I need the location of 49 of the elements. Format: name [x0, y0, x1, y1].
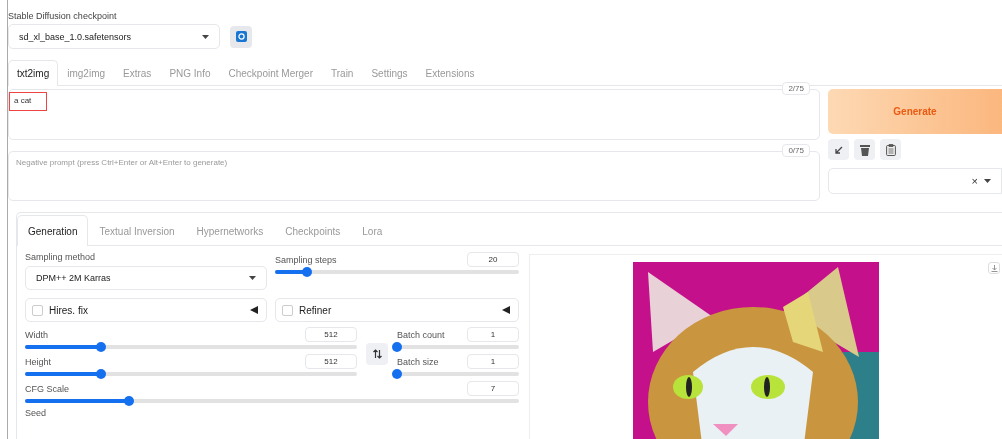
refiner-accordion[interactable]: Refiner — [275, 298, 519, 322]
clipboard-button[interactable] — [880, 139, 901, 160]
triangle-icon — [502, 306, 510, 314]
caret-icon — [984, 179, 991, 183]
hires-fix-accordion[interactable]: Hires. fix — [25, 298, 267, 322]
caret-icon — [202, 34, 209, 39]
checkbox[interactable] — [32, 304, 43, 316]
slider-thumb[interactable] — [301, 267, 312, 277]
tab[interactable]: Generation — [17, 215, 89, 246]
slider-thumb[interactable] — [123, 396, 134, 406]
arrow-button[interactable] — [828, 139, 849, 160]
download-icon — [990, 264, 998, 272]
field-label: Sampling steps — [275, 254, 337, 265]
field-label: Seed — [25, 408, 48, 418]
swap-icon — [372, 349, 382, 359]
download-button[interactable] — [988, 262, 1000, 274]
trash-button[interactable] — [854, 139, 875, 160]
slider-thumb[interactable] — [392, 369, 402, 379]
caret-icon — [249, 276, 256, 280]
number-field[interactable]: 1 — [467, 327, 519, 342]
tab[interactable]: txt2img — [8, 60, 59, 86]
clipboard-icon — [885, 143, 896, 156]
field-label: CFG Scale — [25, 383, 69, 394]
trash-icon — [859, 143, 870, 156]
slider-thumb[interactable] — [96, 369, 107, 379]
styles-dropdown[interactable]: × — [828, 168, 1002, 194]
arrow-icon — [833, 144, 844, 155]
slider-thumb[interactable] — [96, 342, 107, 352]
field-label: Height — [25, 356, 51, 367]
field-label: Batch size — [397, 356, 439, 367]
swap-button[interactable] — [366, 343, 388, 365]
checkpoint-label: Stable Diffusion checkpoint — [8, 11, 118, 21]
field-label: Sampling method — [25, 252, 97, 262]
token-counter: 0/75 — [782, 144, 810, 157]
slider-thumb[interactable] — [392, 342, 402, 352]
field-label: Width — [25, 329, 48, 340]
checkpoint-dropdown[interactable]: sd_xl_base_1.0.safetensors — [8, 24, 220, 49]
refresh-button[interactable] — [230, 25, 252, 48]
token-counter: 2/75 — [782, 82, 810, 95]
sampling-method-dropdown[interactable]: DPM++ 2M Karras — [25, 266, 267, 290]
number-field[interactable]: 512 — [305, 327, 357, 342]
field-label: Batch count — [397, 329, 445, 340]
number-field[interactable]: 20 — [467, 252, 519, 267]
number-field[interactable]: 512 — [305, 354, 357, 369]
checkbox[interactable] — [282, 304, 293, 316]
triangle-icon — [250, 306, 258, 314]
refresh-icon — [235, 31, 247, 42]
number-field[interactable]: 1 — [467, 354, 519, 369]
number-field[interactable]: 7 — [467, 381, 519, 396]
